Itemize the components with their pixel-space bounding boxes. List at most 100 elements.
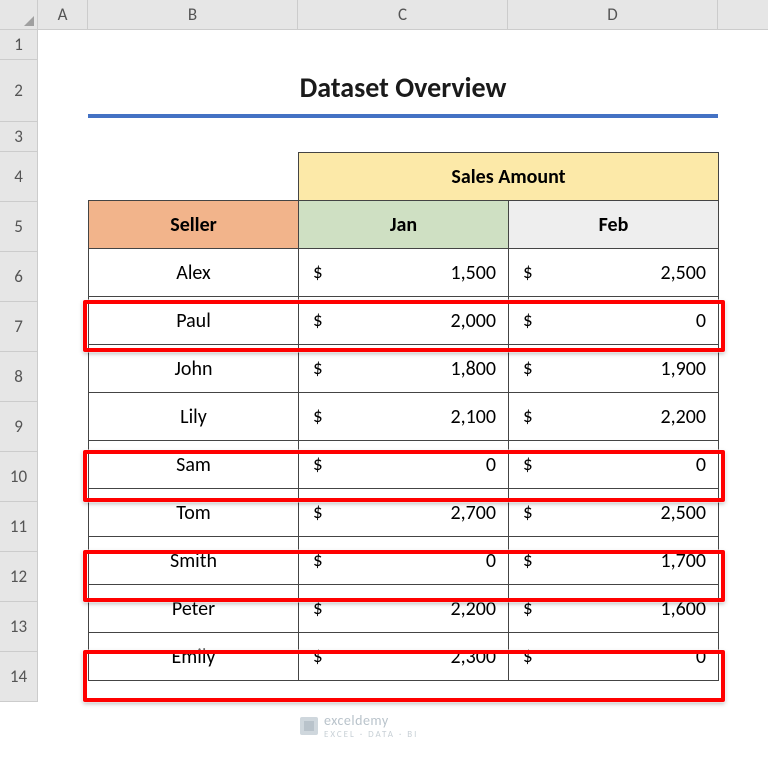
currency-symbol: $ — [523, 597, 533, 620]
jan-cell[interactable]: $2,300 — [299, 633, 509, 681]
table-row: Seller Jan Feb — [89, 201, 719, 249]
table-row: Sales Amount — [89, 153, 719, 201]
jan-cell[interactable]: $1,500 — [299, 249, 509, 297]
amount-value: 2,100 — [450, 405, 496, 429]
seller-cell[interactable]: Alex — [89, 249, 299, 297]
data-table: Sales Amount Seller Jan Feb Alex$1,500$2… — [88, 152, 719, 681]
currency-symbol: $ — [313, 597, 323, 620]
amount-value: 0 — [486, 549, 496, 573]
amount-value: 2,500 — [660, 501, 706, 525]
table-row: Emily$2,300$0 — [89, 633, 719, 681]
feb-cell[interactable]: $2,200 — [509, 393, 719, 441]
header-feb[interactable]: Feb — [509, 201, 719, 249]
row-header-4[interactable]: 4 — [0, 152, 38, 202]
column-header-next[interactable] — [718, 0, 768, 30]
row-header-5[interactable]: 5 — [0, 202, 38, 252]
currency-symbol: $ — [313, 645, 323, 668]
seller-cell[interactable]: Smith — [89, 537, 299, 585]
currency-symbol: $ — [313, 453, 323, 476]
column-header-d[interactable]: D — [508, 0, 718, 30]
amount-value: 1,600 — [660, 597, 706, 621]
feb-cell[interactable]: $0 — [509, 633, 719, 681]
seller-cell[interactable]: Lily — [89, 393, 299, 441]
row-header-2[interactable]: 2 — [0, 60, 38, 122]
page-title[interactable]: Dataset Overview — [88, 60, 718, 118]
watermark-tagline: EXCEL · DATA · BI — [324, 729, 418, 740]
feb-cell[interactable]: $2,500 — [509, 249, 719, 297]
currency-symbol: $ — [313, 309, 323, 332]
jan-cell[interactable]: $0 — [299, 441, 509, 489]
seller-cell[interactable]: John — [89, 345, 299, 393]
currency-symbol: $ — [313, 549, 323, 572]
seller-cell[interactable]: Tom — [89, 489, 299, 537]
row-header-13[interactable]: 13 — [0, 602, 38, 652]
seller-cell[interactable]: Sam — [89, 441, 299, 489]
feb-cell[interactable]: $0 — [509, 441, 719, 489]
row-header-10[interactable]: 10 — [0, 452, 38, 502]
feb-cell[interactable]: $1,700 — [509, 537, 719, 585]
feb-cell[interactable]: $1,600 — [509, 585, 719, 633]
jan-cell[interactable]: $1,800 — [299, 345, 509, 393]
currency-symbol: $ — [523, 549, 533, 572]
feb-cell[interactable]: $1,900 — [509, 345, 719, 393]
row-header-6[interactable]: 6 — [0, 252, 38, 302]
table-row: Lily$2,100$2,200 — [89, 393, 719, 441]
row-header-1[interactable]: 1 — [0, 30, 38, 60]
amount-value: 1,800 — [450, 357, 496, 381]
table-row: Sam$0$0 — [89, 441, 719, 489]
feb-cell[interactable]: $0 — [509, 297, 719, 345]
row-header-12[interactable]: 12 — [0, 552, 38, 602]
header-jan[interactable]: Jan — [299, 201, 509, 249]
brand-logo-icon — [300, 717, 318, 735]
feb-cell[interactable]: $2,500 — [509, 489, 719, 537]
empty-cell[interactable] — [89, 153, 299, 201]
currency-symbol: $ — [523, 357, 533, 380]
column-header-a[interactable]: A — [38, 0, 88, 30]
seller-cell[interactable]: Emily — [89, 633, 299, 681]
amount-value: 2,500 — [660, 261, 706, 285]
seller-cell[interactable]: Paul — [89, 297, 299, 345]
row-header-3[interactable]: 3 — [0, 122, 38, 152]
row-header-9[interactable]: 9 — [0, 402, 38, 452]
jan-cell[interactable]: $0 — [299, 537, 509, 585]
currency-symbol: $ — [313, 261, 323, 284]
table-row: John$1,800$1,900 — [89, 345, 719, 393]
jan-cell[interactable]: $2,200 — [299, 585, 509, 633]
row-header-11[interactable]: 11 — [0, 502, 38, 552]
seller-cell[interactable]: Peter — [89, 585, 299, 633]
jan-cell[interactable]: $2,700 — [299, 489, 509, 537]
amount-value: 0 — [486, 453, 496, 477]
amount-value: 1,900 — [660, 357, 706, 381]
currency-symbol: $ — [523, 261, 533, 284]
row-header-7[interactable]: 7 — [0, 302, 38, 352]
header-seller[interactable]: Seller — [89, 201, 299, 249]
table-row: Smith$0$1,700 — [89, 537, 719, 585]
amount-value: 0 — [696, 309, 706, 333]
jan-cell[interactable]: $2,000 — [299, 297, 509, 345]
currency-symbol: $ — [523, 405, 533, 428]
watermark: exceldemy EXCEL · DATA · BI — [300, 712, 418, 740]
row-header-14[interactable]: 14 — [0, 652, 38, 702]
currency-symbol: $ — [523, 453, 533, 476]
spreadsheet-view: A B C D 1 2 3 4 5 6 7 8 9 10 11 12 13 14… — [0, 0, 768, 768]
amount-value: 0 — [696, 453, 706, 477]
column-header-b[interactable]: B — [88, 0, 298, 30]
amount-value: 2,700 — [450, 501, 496, 525]
amount-value: 1,700 — [660, 549, 706, 573]
select-all-triangle[interactable] — [0, 0, 38, 30]
jan-cell[interactable]: $2,100 — [299, 393, 509, 441]
watermark-brand: exceldemy — [324, 712, 389, 729]
row-header-8[interactable]: 8 — [0, 352, 38, 402]
table-row: Alex$1,500$2,500 — [89, 249, 719, 297]
currency-symbol: $ — [523, 645, 533, 668]
table-row: Peter$2,200$1,600 — [89, 585, 719, 633]
amount-value: 2,200 — [450, 597, 496, 621]
column-header-c[interactable]: C — [298, 0, 508, 30]
amount-value: 2,200 — [660, 405, 706, 429]
amount-value: 2,000 — [450, 309, 496, 333]
currency-symbol: $ — [523, 501, 533, 524]
currency-symbol: $ — [313, 501, 323, 524]
currency-symbol: $ — [313, 405, 323, 428]
header-sales-amount[interactable]: Sales Amount — [299, 153, 719, 201]
table-row: Paul$2,000$0 — [89, 297, 719, 345]
